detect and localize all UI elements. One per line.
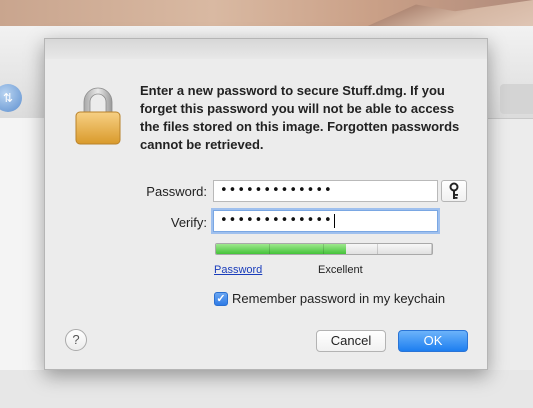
verify-label: Verify: [170, 215, 207, 230]
background-sidebar [0, 118, 45, 408]
verify-value: ••••••••••••• [220, 213, 333, 228]
ok-button[interactable]: OK [398, 330, 468, 352]
text-caret [333, 213, 335, 228]
remember-keychain-checkbox[interactable]: ✓ [214, 292, 228, 306]
password-value: ••••••••••••• [220, 183, 333, 198]
checkmark-icon: ✓ [216, 293, 226, 305]
password-label: Password: [146, 184, 207, 199]
password-strength-meter [215, 243, 433, 255]
strength-text: Excellent [318, 264, 363, 276]
background-bottom [0, 370, 533, 408]
remember-keychain-label[interactable]: Remember password in my keychain [232, 291, 445, 306]
key-icon [449, 182, 459, 199]
lock-icon [75, 87, 121, 145]
toolbar-icon[interactable] [500, 84, 533, 114]
mount-icon[interactable]: ⇅ [0, 84, 22, 112]
help-button[interactable]: ? [65, 329, 87, 351]
password-strength-link[interactable]: Password [214, 264, 262, 276]
sheet-top-edge [45, 39, 487, 59]
dialog-message: Enter a new password to secure Stuff.dmg… [140, 83, 460, 152]
verify-field[interactable]: ••••••••••••• [213, 210, 438, 232]
password-sheet: Enter a new password to secure Stuff.dmg… [44, 38, 488, 370]
cancel-button[interactable]: Cancel [316, 330, 386, 352]
password-field[interactable]: ••••••••••••• [213, 180, 438, 202]
password-assistant-button[interactable] [441, 180, 467, 202]
strength-meter-ticks [216, 244, 432, 254]
